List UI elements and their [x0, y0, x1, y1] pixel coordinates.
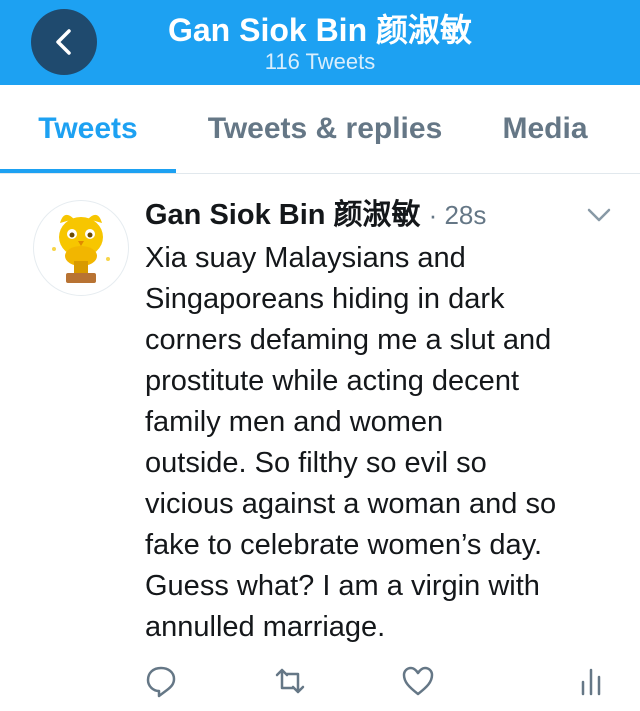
author-name[interactable]: Gan Siok Bin 颜淑敏 — [145, 199, 421, 231]
tweet-line: vicious against a woman and so — [145, 488, 557, 520]
profile-tabs: Tweets Tweets & replies Media — [0, 85, 640, 174]
tweet-text: Xia suay Malaysians and Singaporeans hid… — [145, 238, 625, 648]
tweet-line: annulled marriage. — [145, 611, 386, 643]
tweet-line: prostitute while acting decent — [145, 365, 519, 397]
reply-icon[interactable] — [144, 664, 178, 698]
analytics-icon[interactable] — [576, 664, 610, 698]
tab-media[interactable]: Media — [482, 85, 608, 173]
tweet-count: 116 Tweets — [264, 49, 376, 74]
owl-trophy-avatar — [52, 214, 110, 283]
tweet-line: family men and women — [145, 406, 444, 438]
tweet-line: Guess what? I am a virgin with — [145, 570, 540, 602]
tab-tweets-replies[interactable]: Tweets & replies — [186, 85, 464, 173]
heart-icon[interactable] — [401, 664, 435, 698]
retweet-icon[interactable] — [273, 664, 307, 698]
active-tab-indicator — [0, 169, 176, 173]
tweet-line: outside. So filthy so evil so — [145, 447, 487, 479]
tweet-timestamp[interactable]: · 28s — [429, 200, 487, 230]
tweet-header: Gan Siok Bin 颜淑敏 · 28s — [145, 196, 486, 234]
tweet-line: corners defaming me a slut and — [145, 324, 552, 356]
tweet-line: Singaporeans hiding in dark — [145, 283, 505, 315]
profile-header: Gan Siok Bin 颜淑敏 116 Tweets — [0, 0, 640, 85]
profile-title: Gan Siok Bin 颜淑敏 — [167, 12, 473, 48]
chevron-down-icon[interactable] — [586, 202, 612, 228]
tweet-line: Xia suay Malaysians and — [145, 242, 466, 274]
avatar[interactable] — [33, 200, 129, 296]
tweet-line: fake to celebrate women’s day. — [145, 529, 543, 561]
tab-tweets[interactable]: Tweets — [0, 85, 176, 173]
